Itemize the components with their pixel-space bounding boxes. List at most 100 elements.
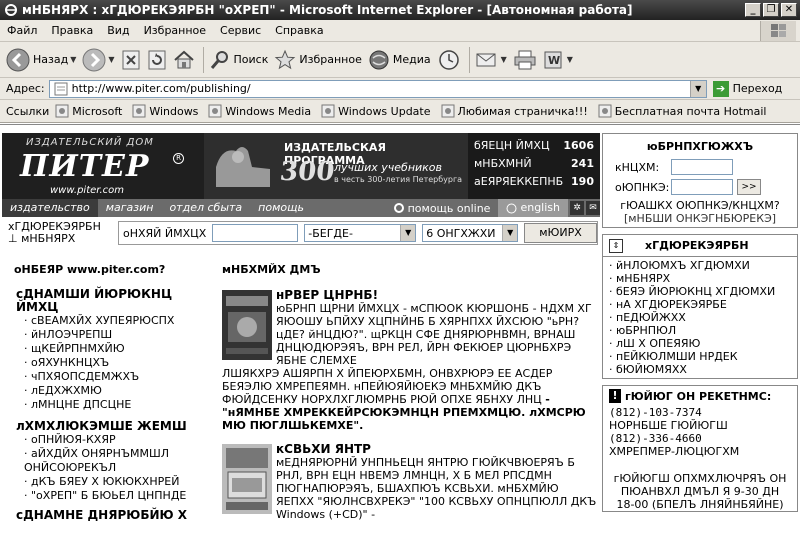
menu-favorites[interactable]: Избранное — [137, 24, 213, 37]
menu-item[interactable]: йНЛОЮМХЪ ХГДЮМХИ — [609, 259, 797, 272]
help-online-link[interactable]: помощь online — [389, 202, 499, 215]
menu-item[interactable]: мНБНЯРХ — [609, 272, 797, 285]
list-item[interactable]: дКЪ БЯЕУ Х ЮКЮКХНРЕЙ — [24, 475, 214, 489]
home-button[interactable] — [173, 49, 195, 71]
link-windows-update[interactable]: Windows Update — [321, 104, 431, 118]
stop-button[interactable] — [121, 49, 141, 71]
promo-banner[interactable]: ИЗДАТЕЛЬСКАЯ ПРОГРАММА 300 лучших учебни… — [204, 133, 468, 199]
register-link[interactable]: [мНБШИ ОНКЭГНБЮРЕКЭ] — [603, 212, 797, 225]
standard-toolbar: Назад ▼ ▼ Поиск Избранное Медиа ▼ W ▼ — [0, 42, 800, 78]
chevron-down-icon[interactable]: ▼ — [567, 55, 573, 64]
menu-help[interactable]: Справка — [268, 24, 330, 37]
prices-section-title[interactable]: лХМХЛЮКЭМШЕ ЖЕМШ — [16, 420, 214, 433]
back-button[interactable]: Назад ▼ — [6, 48, 76, 72]
link-windows[interactable]: Windows — [132, 104, 198, 118]
search-button[interactable]: Поиск — [209, 49, 268, 71]
section-select[interactable]: -БЕГДЕ- ▼ — [304, 224, 417, 242]
forward-button[interactable]: ▼ — [82, 48, 115, 72]
english-link[interactable]: english — [498, 199, 568, 217]
refresh-button[interactable] — [147, 49, 167, 71]
edit-button[interactable]: W ▼ — [543, 49, 573, 71]
forgot-password-link[interactable]: гЮАШКХ ОЮПНКЭ/КНЦХМ? — [603, 199, 797, 212]
phone-number: (812)-336-4660 — [609, 432, 702, 445]
history-icon — [438, 49, 459, 70]
login-input[interactable] — [671, 159, 733, 175]
go-button[interactable]: ➔ Переход — [712, 80, 782, 97]
menu-item[interactable]: бЮЙЮМЯХХ — [609, 363, 797, 376]
catalog-section-title[interactable]: сДНАМШИ ЙЮРЮКНЦ ЙМХЦ — [16, 288, 214, 314]
menu-item[interactable]: лШ Х ОПЕЯЯЮ — [609, 337, 797, 350]
mail-icon[interactable]: ✉ — [586, 201, 600, 215]
page-icon — [598, 104, 612, 118]
menu-item[interactable]: нА ХГДЮРЕКЭЯРБЕ — [609, 298, 797, 311]
list-item[interactable]: щКЕЙРПНМХЙЮ — [24, 342, 214, 356]
minimize-button[interactable]: _ — [745, 3, 761, 17]
link-windows-media[interactable]: Windows Media — [208, 104, 311, 118]
book-cover-image[interactable] — [222, 290, 272, 360]
breadcrumb-news[interactable]: ⊥ мНБНЯРХ — [8, 233, 101, 245]
book-cover-image[interactable] — [222, 444, 272, 514]
link-favorite-page[interactable]: Любимая страничка!!! — [441, 104, 588, 118]
login-submit-button[interactable]: >> — [737, 179, 761, 195]
page-icon — [54, 82, 68, 95]
print-button[interactable] — [513, 49, 537, 71]
page-icon — [55, 104, 69, 118]
menu-item[interactable]: пЕЙКЮЛМШИ НРДЕК — [609, 350, 797, 363]
menu-item[interactable]: бЕЯЭ ЙЮРЮКНЦ ХГДЮМХИ — [609, 285, 797, 298]
sun-icon[interactable]: ✲ — [570, 201, 584, 215]
link-hotmail[interactable]: Бесплатная почта Hotmail — [598, 104, 766, 118]
page-icon — [441, 104, 454, 118]
list-item[interactable]: аЙХДЙХ ОНЯРНЪММШЛ ОНЙСОЮРЕКЪЛ — [24, 447, 214, 475]
search-input[interactable] — [212, 224, 299, 242]
search-icon — [210, 50, 228, 69]
book-title[interactable]: нРВЕР ЦНРНБ! — [276, 288, 598, 302]
menu-item[interactable]: юБРНПЮЛ — [609, 324, 797, 337]
list-item[interactable]: "оХРЕП" Б БЮЬЕЛ ЦНПНДЕ — [24, 489, 214, 503]
list-item[interactable]: лМНЦНЕ ДПСЦНЕ — [24, 398, 214, 412]
list-item[interactable]: оЯХУНКНЦХЪ — [24, 356, 214, 370]
back-arrow-icon — [6, 48, 30, 71]
delivery-section-title[interactable]: сДНАМНЕ ДНЯРЮБЙЮ Х — [16, 509, 214, 522]
tab-shop[interactable]: магазин — [98, 199, 162, 217]
tab-publishing[interactable]: издательство — [2, 199, 98, 217]
book-title[interactable]: кСВЬХИ ЯНТР — [276, 442, 598, 456]
menu-file[interactable]: Файл — [0, 24, 44, 37]
star-icon — [275, 49, 296, 69]
menu-bar: Файл Правка Вид Избранное Сервис Справка — [0, 20, 800, 42]
tab-help[interactable]: помощь — [250, 199, 312, 217]
chevron-down-icon[interactable]: ▼ — [108, 55, 114, 64]
phone-order-box: ! гЮЙЮГ ОН РЕКЕТНМС: (812)-103-7374 НОРНБ… — [602, 385, 798, 512]
list-item[interactable]: йНЛОЭЧРЕПШ — [24, 328, 214, 342]
count-select[interactable]: 6 ОНГХЖХИ ▼ — [422, 224, 519, 242]
go-arrow-icon: ➔ — [712, 80, 729, 97]
list-item[interactable]: сВЕАМХЙХ ХУПЕЯРЮСПХ — [24, 314, 214, 328]
mail-button[interactable]: ▼ — [475, 49, 507, 71]
link-microsoft[interactable]: Microsoft — [55, 104, 122, 118]
chevron-down-icon[interactable]: ▼ — [70, 55, 76, 64]
chevron-down-icon[interactable]: ▼ — [501, 55, 507, 64]
window-title: мНБНЯРХ : хГДЮРЕКЭЯРБН "оХРЕП" - Microso… — [22, 3, 633, 17]
stat-row: аЕЯРЯЕККЕПНБ 190 — [474, 175, 594, 188]
site-logo[interactable]: ПИТЕР — [20, 149, 149, 184]
close-button[interactable]: ✕ — [781, 3, 797, 17]
maximize-button[interactable]: ❐ — [763, 3, 779, 17]
menu-tools[interactable]: Сервис — [213, 24, 268, 37]
favorites-label: Избранное — [299, 53, 362, 66]
list-item[interactable]: оПНЙЮЯ-КХЯР — [24, 433, 214, 447]
menu-view[interactable]: Вид — [100, 24, 136, 37]
chevron-down-icon[interactable]: ▼ — [689, 80, 706, 97]
tab-sales[interactable]: отдел сбыта — [161, 199, 250, 217]
menu-item[interactable]: пЕДЮЙЖХХ — [609, 311, 797, 324]
find-button[interactable]: мЮИРХ — [524, 223, 597, 243]
password-input[interactable] — [671, 179, 733, 195]
list-item[interactable]: лЕДХЖХМЮ — [24, 384, 214, 398]
media-label: Медиа — [392, 53, 431, 66]
address-input[interactable]: http://www.piter.com/publishing/ ▼ — [48, 79, 707, 98]
ie-icon — [5, 4, 17, 16]
list-item[interactable]: чПХЯОПСДЕМЖХЪ — [24, 370, 214, 384]
menu-edit[interactable]: Правка — [44, 24, 100, 37]
history-button[interactable] — [437, 49, 461, 71]
media-button[interactable]: Медиа — [368, 49, 431, 71]
favorites-button[interactable]: Избранное — [274, 49, 362, 71]
windows-logo-icon — [760, 21, 796, 41]
